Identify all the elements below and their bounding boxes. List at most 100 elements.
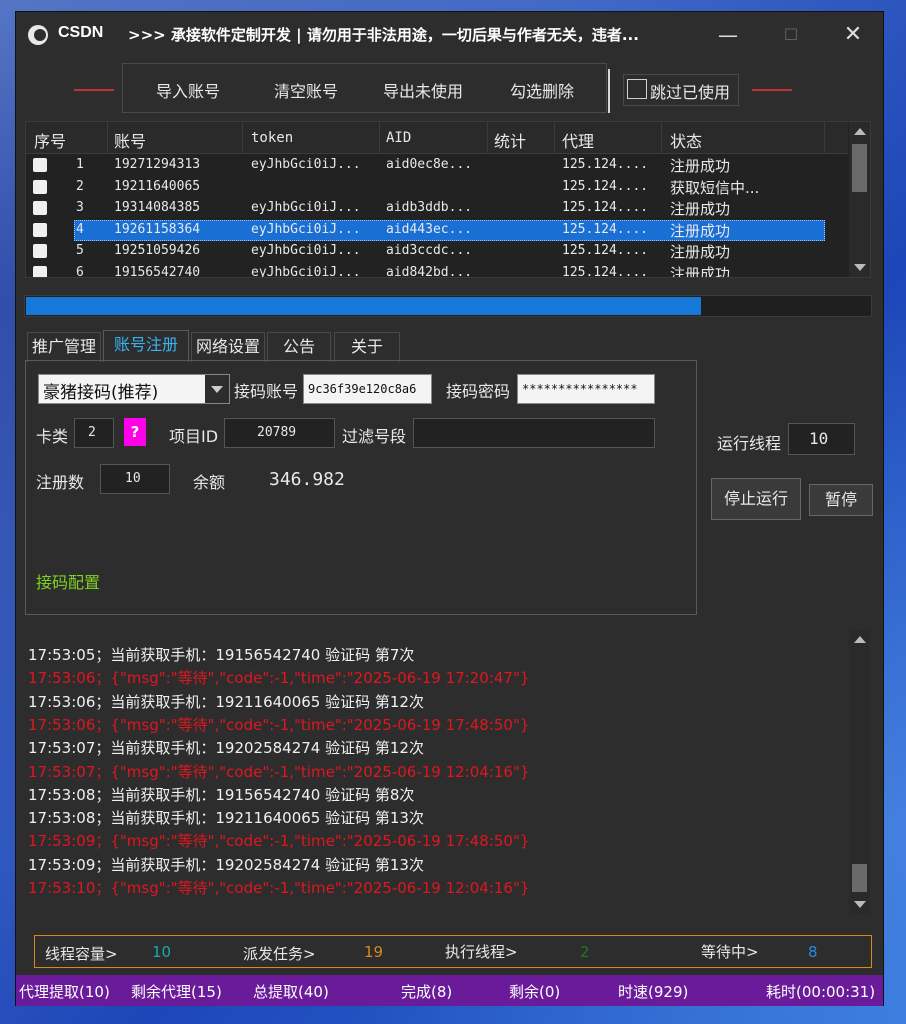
row-checkbox[interactable] [33, 222, 47, 237]
code-password-label: 接码密码 [446, 382, 511, 401]
cell-proxy: 125.124.... [562, 200, 649, 215]
tab-about[interactable]: 关于 [334, 332, 400, 362]
cell-aid: aid842bd... [386, 264, 473, 278]
col-header-no[interactable]: 序号 [34, 128, 66, 152]
project-id-input[interactable]: 20789 [224, 418, 335, 448]
skip-used-checkbox[interactable] [627, 79, 647, 99]
clear-accounts-button[interactable]: 清空账号 [274, 78, 338, 102]
stop-run-button[interactable]: 停止运行 [711, 478, 801, 520]
cell-no: 5 [76, 243, 84, 258]
col-header-account[interactable]: 账号 [114, 128, 146, 152]
status-remaining: 剩余(0) [509, 983, 561, 1001]
dispatched-value: 19 [364, 943, 384, 961]
row-checkbox[interactable] [33, 158, 47, 172]
pause-button[interactable]: 暂停 [809, 484, 873, 516]
code-config-link[interactable]: 接码配置 [36, 569, 100, 593]
row-checkbox[interactable] [33, 201, 47, 215]
cell-proxy: 125.124.... [562, 264, 649, 278]
waiting-value: 8 [808, 943, 818, 961]
status-bar: 代理提取(10) 剩余代理(15) 总提取(40) 完成(8) 剩余(0) 时速… [16, 975, 883, 1006]
cell-proxy: 125.124.... [562, 243, 649, 258]
cell-status: 获取短信中... [670, 178, 760, 197]
maximize-button[interactable]: ☐ [776, 20, 806, 50]
progress-fill [26, 297, 702, 315]
cell-token: eyJhbGci0iJ... [251, 243, 361, 258]
code-password-input[interactable]: **************** [517, 374, 655, 404]
project-id-label: 项目ID [169, 427, 219, 446]
col-header-status[interactable]: 状态 [670, 128, 702, 152]
export-unused-button[interactable]: 导出未使用 [383, 78, 463, 102]
cell-token: eyJhbGci0iJ... [251, 221, 361, 237]
col-header-token[interactable]: token [251, 130, 293, 146]
minimize-button[interactable]: — [713, 20, 743, 50]
cell-status: 注册成功 [670, 264, 731, 278]
col-header-proxy[interactable]: 代理 [562, 128, 594, 152]
col-header-stat[interactable]: 统计 [494, 128, 526, 152]
run-threads-input[interactable]: 10 [788, 423, 855, 455]
tab-promotion[interactable]: 推广管理 [27, 332, 101, 362]
table-row[interactable]: 1 19271294313 eyJhbGci0iJ... aid0ec8e... 125… [26, 155, 848, 177]
delete-checked-button[interactable]: 勾选删除 [510, 78, 574, 102]
cell-no: 4 [76, 221, 84, 237]
close-button[interactable]: ✕ [838, 20, 868, 50]
cell-account: 19314084385 [114, 200, 201, 215]
filter-prefix-label: 过滤号段 [342, 427, 407, 446]
app-name: CSDN [58, 24, 104, 41]
card-type-input[interactable]: 2 [74, 418, 114, 448]
row-checkbox[interactable] [33, 179, 47, 194]
tab-account-register[interactable]: 账号注册 [103, 330, 189, 362]
scroll-thumb[interactable] [852, 144, 867, 192]
log-line: 17:53:06；当前获取手机：19211640065 验证码 第12次 [28, 692, 424, 711]
scroll-up-icon[interactable] [854, 128, 866, 135]
cell-aid: aid3ccdc... [386, 243, 473, 258]
import-accounts-button[interactable]: 导入账号 [156, 78, 220, 102]
log-scroll-down-icon[interactable] [854, 901, 866, 908]
cell-proxy: 125.124.... [562, 157, 649, 172]
balance-value: 346.982 [269, 469, 345, 490]
card-type-label: 卡类 [36, 427, 69, 446]
filter-prefix-input[interactable] [413, 418, 655, 448]
table-row[interactable]: 3 19314084385 eyJhbGci0iJ... aidb3ddb... 125… [26, 198, 848, 220]
status-total-fetch: 总提取(40) [253, 983, 329, 1001]
row-checkbox[interactable] [33, 265, 47, 277]
register-count-label: 注册数 [36, 473, 85, 492]
help-button[interactable]: ? [124, 418, 146, 446]
status-speed: 时速(929) [618, 983, 689, 1001]
table-row[interactable]: 4 19261158364 eyJhbGci0iJ... aid443ec... 125… [26, 219, 848, 242]
table-row[interactable]: 5 19251059426 eyJhbGci0iJ... aid3ccdc... 125… [26, 241, 848, 263]
window-title: >>> 承接软件定制开发 | 请勿用于非法用途，一切后果与作者无关，违者... [128, 26, 639, 44]
table-scrollbar[interactable] [849, 122, 870, 277]
table-row[interactable]: 2 19211640065 125.124.... 获取短信中... [26, 177, 848, 199]
provider-select[interactable]: 豪猪接码(推荐) [38, 374, 230, 404]
balance-label: 余额 [193, 473, 226, 492]
log-line: 17:53:07；{"msg":"等待","code":-1,"time":"2… [28, 762, 530, 781]
status-proxy-left: 剩余代理(15) [131, 983, 222, 1001]
capacity-label: 线程容量> [45, 945, 118, 963]
code-account-input[interactable]: 9c36f39e120c8a6 [303, 374, 432, 404]
tab-announcement[interactable]: 公告 [267, 332, 331, 362]
scroll-down-icon[interactable] [854, 264, 866, 271]
col-header-aid[interactable]: AID [386, 130, 411, 146]
log-scroll-up-icon[interactable] [854, 636, 866, 643]
chevron-down-icon[interactable] [205, 375, 229, 403]
cell-no: 2 [76, 178, 84, 194]
cell-aid: aid443ec... [386, 221, 473, 237]
log-scroll-thumb[interactable] [852, 864, 867, 892]
log-line: 17:53:06；{"msg":"等待","code":-1,"time":"2… [28, 715, 530, 734]
row-checkbox[interactable] [33, 244, 47, 258]
log-line: 17:53:09；{"msg":"等待","code":-1,"time":"2… [28, 832, 530, 851]
capacity-value: 10 [152, 943, 172, 961]
cell-account: 19156542740 [114, 264, 201, 278]
table-row[interactable]: 6 19156542740 eyJhbGci0iJ... aid842bd... 125… [26, 263, 848, 278]
log-line: 17:53:08；当前获取手机：19211640065 验证码 第13次 [28, 809, 424, 828]
decor-line-right [752, 89, 792, 91]
skip-used-label[interactable]: 跳过已使用 [650, 79, 730, 103]
tab-network-settings[interactable]: 网络设置 [191, 332, 265, 362]
log-line: 17:53:10；{"msg":"等待","code":-1,"time":"2… [28, 879, 530, 897]
cell-status: 注册成功 [670, 243, 731, 261]
cell-account: 19211640065 [114, 178, 201, 194]
cell-status: 注册成功 [670, 200, 731, 218]
register-count-input[interactable]: 10 [100, 464, 170, 494]
log-line: 17:53:09；当前获取手机：19202584274 验证码 第13次 [28, 855, 424, 874]
log-scrollbar[interactable] [849, 630, 870, 914]
